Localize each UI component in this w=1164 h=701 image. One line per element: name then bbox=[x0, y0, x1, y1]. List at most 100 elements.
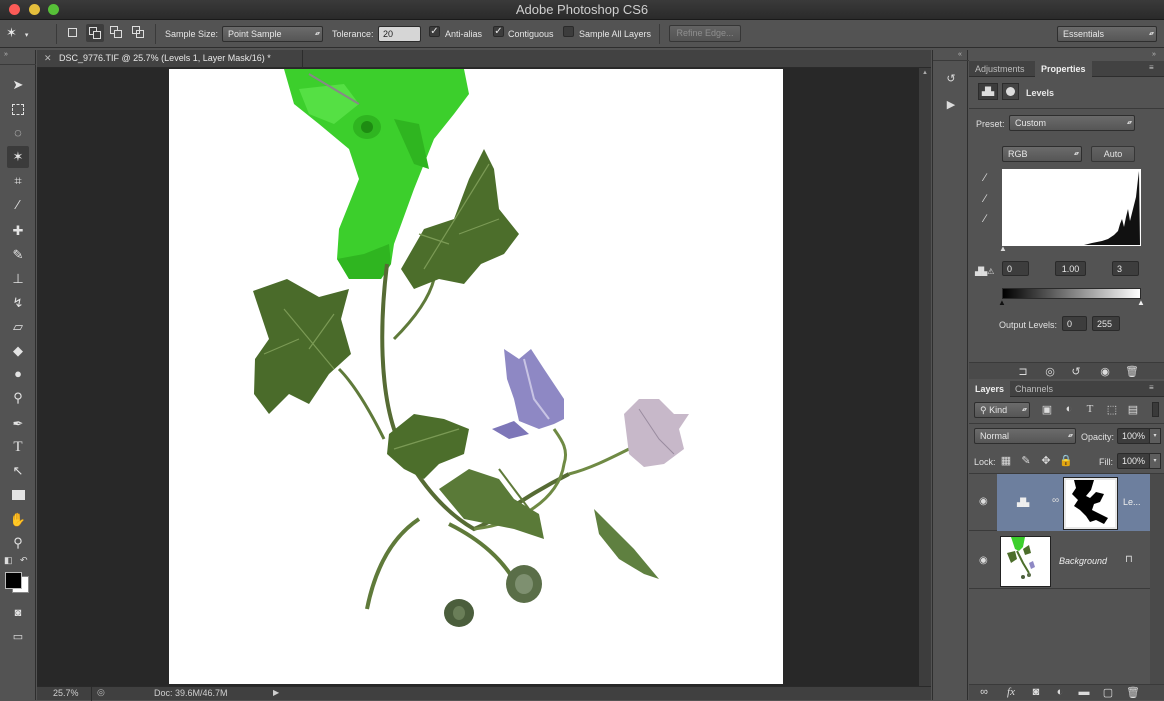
opacity-input[interactable]: 100% bbox=[1117, 428, 1150, 444]
link-layers-icon[interactable]: ∞ bbox=[977, 686, 991, 698]
expand-dock-icon[interactable]: « bbox=[958, 51, 962, 58]
reset-icon[interactable]: ↺ bbox=[1069, 365, 1083, 378]
lock-icon[interactable]: ⊓ bbox=[1125, 554, 1133, 565]
filter-toggle[interactable] bbox=[1152, 402, 1159, 417]
panel-menu-icon[interactable]: ≡ bbox=[1149, 63, 1154, 72]
filter-type-icon[interactable]: T bbox=[1083, 403, 1097, 415]
new-selection-button[interactable] bbox=[67, 27, 79, 39]
filter-adjustment-icon[interactable]: ◐ bbox=[1062, 403, 1076, 415]
zoom-tool-icon[interactable]: ⚲ bbox=[7, 532, 29, 554]
delete-layer-icon[interactable]: 🗑 bbox=[1126, 686, 1140, 699]
image-canvas[interactable] bbox=[169, 69, 783, 684]
tab-layers[interactable]: Layers bbox=[969, 381, 1011, 397]
filter-smart-object-icon[interactable]: ▤ bbox=[1126, 403, 1140, 416]
add-mask-icon[interactable]: ◙ bbox=[1029, 686, 1043, 698]
clone-stamp-tool-icon[interactable]: ⊥ bbox=[7, 268, 29, 290]
subtract-from-selection-button[interactable] bbox=[110, 26, 124, 40]
healing-brush-tool-icon[interactable]: ✚ bbox=[7, 220, 29, 242]
layer-style-fx-icon[interactable]: fx bbox=[1004, 686, 1018, 698]
brush-tool-icon[interactable]: ✎ bbox=[7, 244, 29, 266]
tolerance-input[interactable]: 20 bbox=[378, 26, 421, 42]
input-white-field[interactable]: 3 bbox=[1112, 261, 1139, 276]
input-black-field[interactable]: 0 bbox=[1002, 261, 1029, 276]
input-black-slider[interactable]: ▲ bbox=[999, 244, 1007, 253]
eyedropper-tool-icon[interactable]: ∕ bbox=[7, 194, 29, 216]
move-tool-icon[interactable]: ➤ bbox=[7, 74, 29, 96]
crop-tool-icon[interactable]: ⌗ bbox=[7, 170, 29, 192]
collapse-dock-icon[interactable]: » bbox=[1152, 51, 1156, 58]
sample-all-layers-checkbox[interactable] bbox=[563, 26, 574, 37]
new-group-icon[interactable]: ▬ bbox=[1077, 686, 1091, 698]
chain-link-icon[interactable]: ∞ bbox=[1052, 495, 1059, 506]
visibility-eye-icon[interactable]: ◉ bbox=[979, 496, 988, 507]
lock-all-icon[interactable]: 🔒 bbox=[1059, 454, 1073, 467]
layers-scrollbar[interactable] bbox=[1150, 474, 1164, 686]
type-tool-icon[interactable]: T bbox=[7, 436, 29, 458]
visibility-toggle-icon[interactable]: ◉ bbox=[1098, 365, 1112, 378]
dodge-tool-icon[interactable]: ⚲ bbox=[7, 387, 29, 409]
lock-transparent-pixels-icon[interactable]: ▦ bbox=[999, 454, 1013, 467]
tab-adjustments[interactable]: Adjustments bbox=[969, 61, 1031, 77]
magic-wand-tool-icon[interactable]: ✶ bbox=[7, 146, 29, 168]
auto-button[interactable]: Auto bbox=[1091, 146, 1135, 162]
hand-tool-icon[interactable]: ✋ bbox=[7, 509, 29, 531]
paint-bucket-tool-icon[interactable]: ◆ bbox=[7, 340, 29, 362]
sample-size-select[interactable]: Point Sample bbox=[222, 26, 323, 42]
white-point-eyedropper-icon[interactable]: ∕ bbox=[978, 213, 992, 225]
history-panel-icon[interactable]: ↺ bbox=[944, 72, 958, 85]
background-thumbnail[interactable] bbox=[1000, 536, 1051, 587]
output-white-field[interactable]: 255 bbox=[1092, 316, 1120, 331]
refine-edge-button[interactable]: Refine Edge... bbox=[669, 25, 741, 42]
tab-properties[interactable]: Properties bbox=[1035, 61, 1092, 77]
filter-pixel-icon[interactable]: ▣ bbox=[1040, 403, 1054, 416]
screen-mode-icon[interactable]: ▭ bbox=[7, 626, 29, 648]
vertical-scrollbar[interactable]: ▲ bbox=[919, 68, 931, 686]
path-selection-tool-icon[interactable]: ↖ bbox=[7, 460, 29, 482]
document-tab[interactable]: ✕ DSC_9776.TIF @ 25.7% (Levels 1, Layer … bbox=[37, 50, 931, 68]
panel-menu-icon[interactable]: ≡ bbox=[1149, 383, 1154, 392]
channel-select[interactable]: RGB bbox=[1002, 146, 1082, 162]
swap-colors-icon[interactable]: ↶ bbox=[20, 555, 28, 566]
preset-select[interactable]: Custom bbox=[1009, 115, 1135, 131]
output-black-field[interactable]: 0 bbox=[1062, 316, 1087, 331]
marquee-tool-icon[interactable] bbox=[7, 98, 29, 120]
layer-mask-icon[interactable] bbox=[1002, 83, 1019, 100]
new-layer-icon[interactable]: ▢ bbox=[1101, 686, 1115, 699]
quick-mask-icon[interactable]: ◙ bbox=[7, 602, 29, 624]
lock-image-pixels-icon[interactable]: ✎ bbox=[1019, 454, 1033, 467]
foreground-color-swatch[interactable] bbox=[5, 572, 22, 589]
levels-adjustment-icon[interactable]: ▟▙ bbox=[978, 83, 998, 100]
layer-mask-thumbnail[interactable] bbox=[1063, 477, 1118, 530]
lock-position-icon[interactable]: ✥ bbox=[1039, 454, 1053, 467]
lasso-tool-icon[interactable]: ◌ bbox=[7, 122, 29, 144]
opacity-slider-toggle[interactable]: ▾ bbox=[1149, 428, 1161, 444]
pen-tool-icon[interactable]: ✒ bbox=[7, 413, 29, 435]
status-menu-arrow-icon[interactable]: ▶ bbox=[273, 688, 279, 697]
clipping-warning-icon[interactable]: ▟▙⚠ bbox=[975, 267, 994, 276]
collapse-panel-icon[interactable]: » bbox=[4, 51, 8, 58]
clip-to-layer-icon[interactable]: ⊐ bbox=[1016, 365, 1030, 378]
default-colors-icon[interactable]: ◧ bbox=[4, 555, 13, 566]
antialias-checkbox[interactable]: ✓ bbox=[429, 26, 440, 37]
workspace-select[interactable]: Essentials bbox=[1057, 26, 1157, 42]
rectangle-tool-icon[interactable] bbox=[7, 483, 29, 505]
layer-row-levels[interactable]: ◉ ▟▙ ∞ Le... bbox=[969, 474, 1150, 531]
blend-mode-select[interactable]: Normal bbox=[974, 428, 1076, 444]
history-brush-tool-icon[interactable]: ↯ bbox=[7, 292, 29, 314]
new-adjustment-layer-icon[interactable]: ◐ bbox=[1053, 686, 1067, 698]
scroll-up-icon[interactable]: ▲ bbox=[922, 70, 928, 76]
contiguous-checkbox[interactable]: ✓ bbox=[493, 26, 504, 37]
input-gamma-field[interactable]: 1.00 bbox=[1055, 261, 1086, 276]
output-black-slider[interactable]: ▲ bbox=[998, 298, 1006, 307]
delete-adjustment-icon[interactable]: 🗑 bbox=[1125, 365, 1139, 378]
output-white-slider[interactable]: ▲ bbox=[1137, 298, 1145, 307]
view-previous-state-icon[interactable]: ◎ bbox=[1043, 365, 1057, 378]
add-to-selection-button[interactable] bbox=[86, 24, 104, 42]
share-icon[interactable]: ◎ bbox=[97, 687, 105, 698]
actions-panel-icon[interactable]: ▶ bbox=[944, 98, 958, 111]
black-point-eyedropper-icon[interactable]: ∕ bbox=[978, 172, 992, 184]
layer-row-background[interactable]: ◉ Background ⊓ bbox=[969, 532, 1150, 589]
tool-preset-picker[interactable]: ✶ ▾ bbox=[6, 25, 40, 43]
tab-channels[interactable]: Channels bbox=[1009, 381, 1059, 397]
gray-point-eyedropper-icon[interactable]: ∕ bbox=[978, 193, 992, 205]
